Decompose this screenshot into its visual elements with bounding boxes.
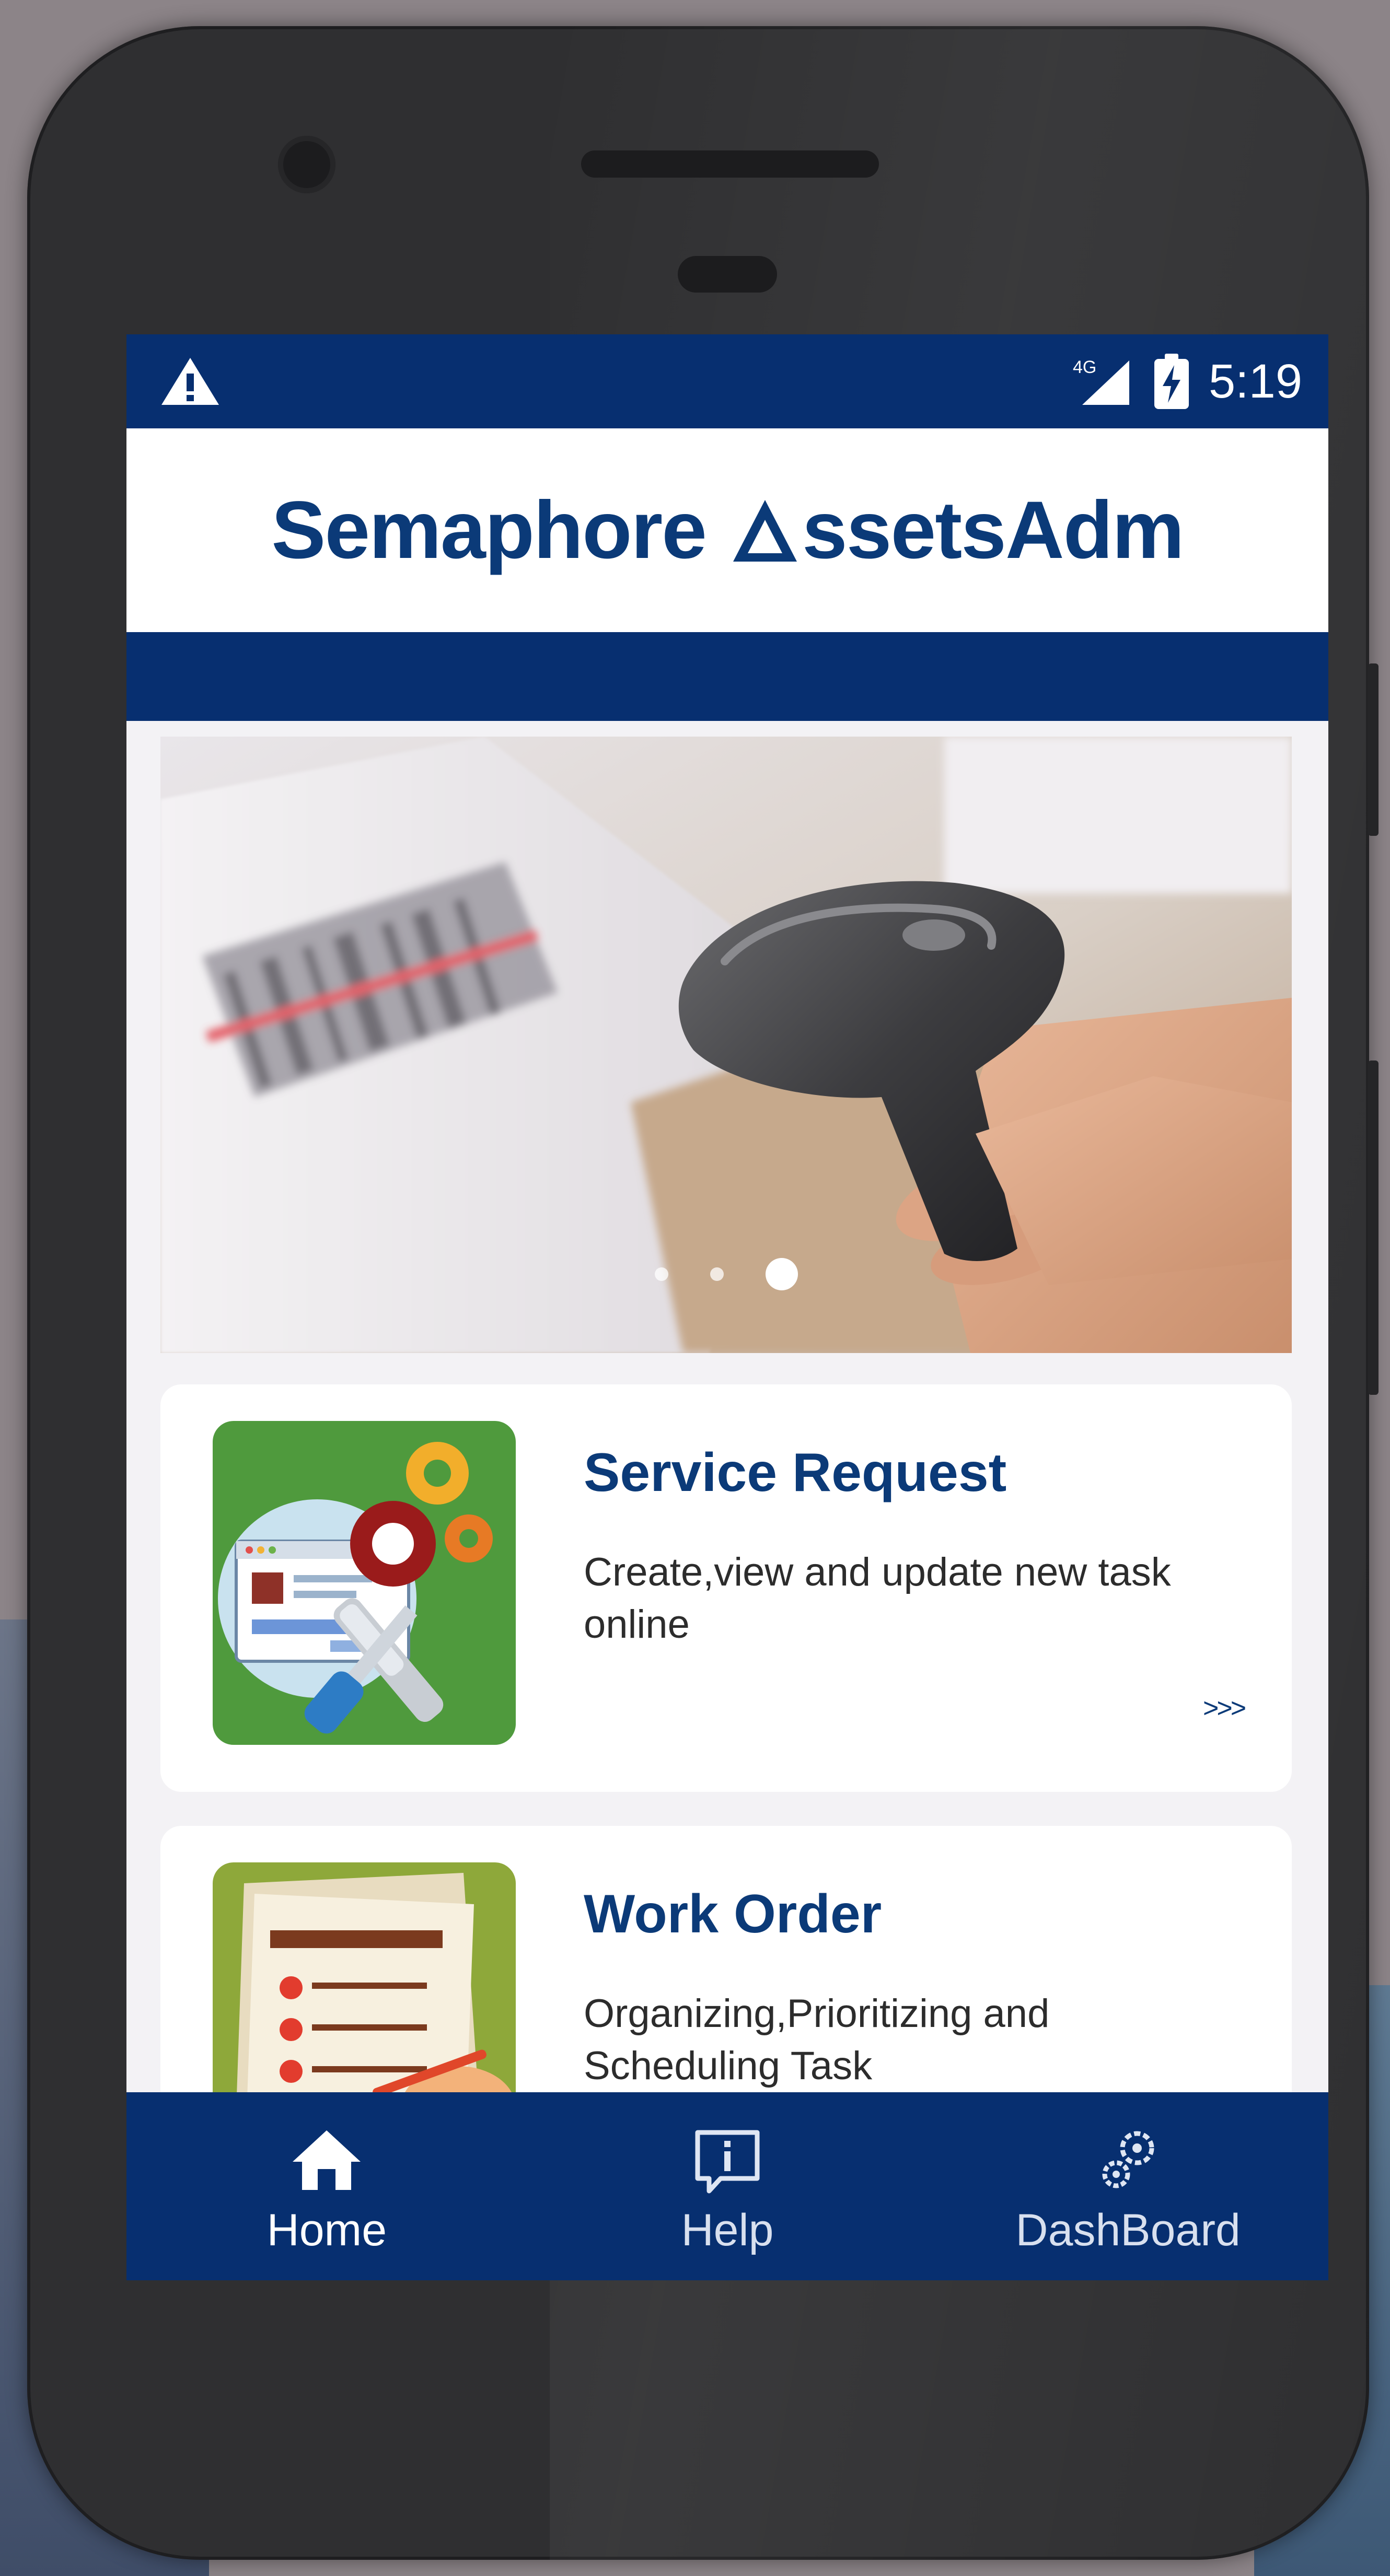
service-request-more-link[interactable]: >>> [1203,1693,1246,1724]
nav-help-label: Help [681,2205,774,2255]
nav-dashboard[interactable]: DashBoard [928,2092,1328,2280]
nav-help[interactable]: Help [527,2092,928,2280]
battery-charging-icon [1154,354,1189,409]
nav-dashboard-label: DashBoard [1015,2205,1241,2255]
service-request-illustration [213,1421,516,1745]
status-right-group: 4G 5:19 [1072,334,1302,428]
work-order-title: Work Order [584,1884,882,1944]
app-header: Semaphore ssetsAdm [126,428,1328,632]
nav-home-label: Home [267,2205,387,2255]
carousel-dot-2[interactable] [710,1267,724,1281]
home-icon [293,2130,361,2190]
logo-word-semaphore: Semaphore [271,484,707,576]
app-screen: 4G 5:19 Semaphore ssetsAdm Service Reque… [126,334,1328,2280]
warning-icon [161,358,219,405]
image-carousel[interactable] [160,737,1292,1353]
volume-button [1368,663,1379,836]
network-type-label: 4G [1073,357,1096,377]
phone-frame: 4G 5:19 Semaphore ssetsAdm Service Reque… [27,26,1379,2560]
logo-word-assetsadm: ssetsAdm [802,484,1185,576]
header-band [126,632,1328,721]
bottom-navigation: Home Help DashBoard [126,2092,1328,2280]
carousel-dot-1[interactable] [654,1267,668,1281]
service-request-card[interactable]: Service Request Create,view and update n… [160,1384,1292,1792]
a-triangle-logo-icon [733,500,797,562]
status-time: 5:19 [1208,354,1302,408]
proximity-sensor [678,256,777,293]
front-camera [278,136,335,193]
earpiece-speaker [581,150,879,178]
carousel-indicators [160,1258,1292,1290]
nav-home[interactable]: Home [126,2092,527,2280]
power-button [1368,1060,1379,1395]
status-bar: 4G 5:19 [126,334,1328,428]
signal-icon: 4G [1073,357,1129,405]
carousel-dot-3-active[interactable] [765,1258,798,1290]
work-order-description: Organizing,Prioritizing and Scheduling T… [584,1991,1050,2088]
app-logo: Semaphore ssetsAdm [271,484,1185,577]
service-request-title: Service Request [584,1442,1007,1503]
dashboard-icon [1102,2131,1154,2188]
help-icon [695,2130,760,2194]
service-request-description: Create,view and update new task online [584,1550,1171,1647]
